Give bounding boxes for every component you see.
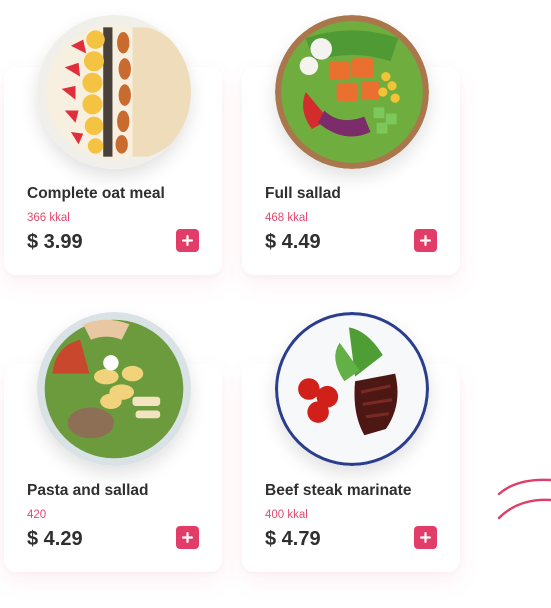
decorative-arcs	[497, 478, 551, 520]
food-calories: 468 kkal	[265, 212, 308, 224]
food-price: $ 4.29	[27, 528, 83, 550]
food-title: Pasta and sallad	[27, 482, 149, 499]
food-price: $ 4.49	[265, 231, 321, 253]
food-price: $ 3.99	[27, 231, 83, 253]
steak-plate-image	[275, 312, 429, 466]
add-to-cart-button[interactable]	[176, 526, 199, 549]
add-to-cart-button[interactable]	[176, 229, 199, 252]
salad-bowl-image	[275, 15, 429, 169]
food-price: $ 4.79	[265, 528, 321, 550]
plus-icon	[420, 235, 431, 246]
food-title: Complete oat meal	[27, 185, 165, 202]
plus-icon	[182, 532, 193, 543]
pasta-bowl-image	[37, 312, 191, 466]
add-to-cart-button[interactable]	[414, 229, 437, 252]
oat-meal-bowl-image	[37, 15, 191, 169]
food-calories: 400 kkal	[265, 509, 308, 521]
food-calories: 420	[27, 509, 47, 521]
food-calories: 366 kkal	[27, 212, 70, 224]
plus-icon	[182, 235, 193, 246]
food-title: Full sallad	[265, 185, 341, 202]
plus-icon	[420, 532, 431, 543]
add-to-cart-button[interactable]	[414, 526, 437, 549]
food-title: Beef steak marinate	[265, 482, 412, 499]
